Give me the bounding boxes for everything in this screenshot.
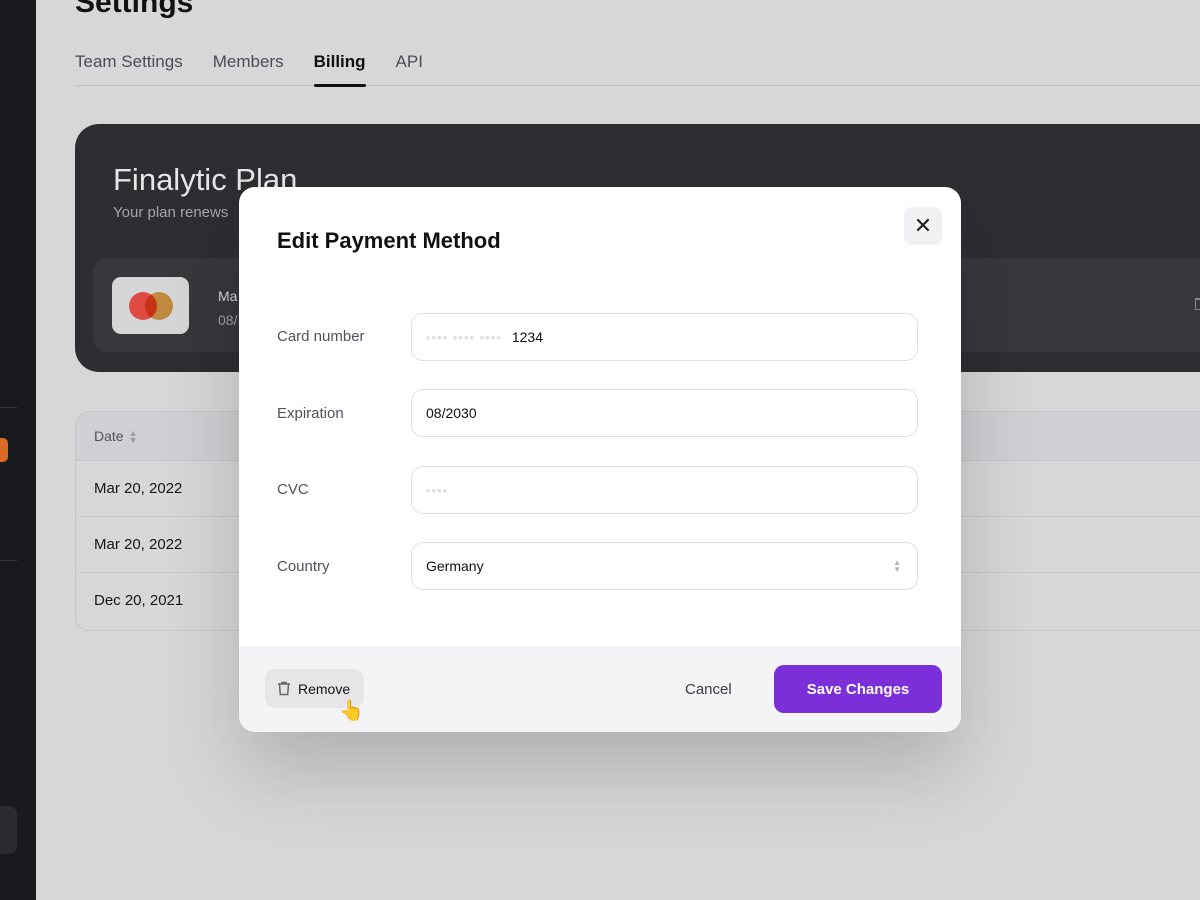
expiration-value: 08/2030 xyxy=(426,405,477,421)
plan-subtitle: Your plan renews xyxy=(113,204,229,221)
cvc-mask: •••• xyxy=(426,482,449,498)
cvc-input[interactable]: •••• xyxy=(411,466,918,514)
row-date: Mar 20, 2022 xyxy=(94,536,183,553)
payment-method-name: Ma xyxy=(218,288,238,304)
sidebar-divider xyxy=(0,560,17,561)
sort-icon[interactable]: ▲ ▼ xyxy=(129,429,138,445)
trash-icon[interactable] xyxy=(1195,298,1200,310)
close-icon: ✕ xyxy=(913,213,933,238)
trash-icon xyxy=(278,681,290,696)
row-date: Mar 20, 2022 xyxy=(94,480,183,497)
page-title: Settings xyxy=(75,0,194,19)
expiration-input[interactable]: 08/2030 xyxy=(411,389,918,437)
close-button[interactable]: ✕ xyxy=(904,207,942,245)
country-value: Germany xyxy=(426,558,484,574)
mastercard-icon xyxy=(112,277,189,334)
settings-tabs: Team Settings Members Billing API xyxy=(75,52,1200,87)
edit-payment-modal: Edit Payment Method ✕ Card number •••• •… xyxy=(239,187,961,732)
country-select[interactable]: Germany ▲ ▼ xyxy=(411,542,918,590)
save-changes-button[interactable]: Save Changes xyxy=(774,665,942,713)
expiration-label: Expiration xyxy=(277,405,344,422)
sidebar-user-button[interactable] xyxy=(0,806,17,854)
tab-billing[interactable]: Billing xyxy=(313,52,366,87)
country-label: Country xyxy=(277,558,330,575)
column-header-date[interactable]: Date xyxy=(94,428,124,444)
payment-method-expiry: 08/ xyxy=(218,312,238,328)
tab-api[interactable]: API xyxy=(396,52,423,86)
sidebar xyxy=(0,0,36,900)
sidebar-divider xyxy=(0,407,17,408)
tab-members[interactable]: Members xyxy=(213,52,284,86)
modal-title: Edit Payment Method xyxy=(277,228,501,253)
cvc-label: CVC xyxy=(277,481,309,498)
remove-label: Remove xyxy=(298,680,351,697)
hand-cursor-icon: 👆 xyxy=(339,700,364,722)
sidebar-active-indicator[interactable] xyxy=(0,438,8,462)
card-number-label: Card number xyxy=(277,328,365,345)
row-date: Dec 20, 2021 xyxy=(94,592,184,609)
tab-team-settings[interactable]: Team Settings xyxy=(75,52,183,86)
card-number-mask: •••• •••• •••• xyxy=(426,329,502,345)
select-arrows-icon: ▲ ▼ xyxy=(893,558,901,574)
card-number-value: 1234 xyxy=(511,329,543,345)
cancel-button[interactable]: Cancel xyxy=(685,681,732,698)
card-number-input[interactable]: •••• •••• •••• 1234 xyxy=(411,313,918,361)
